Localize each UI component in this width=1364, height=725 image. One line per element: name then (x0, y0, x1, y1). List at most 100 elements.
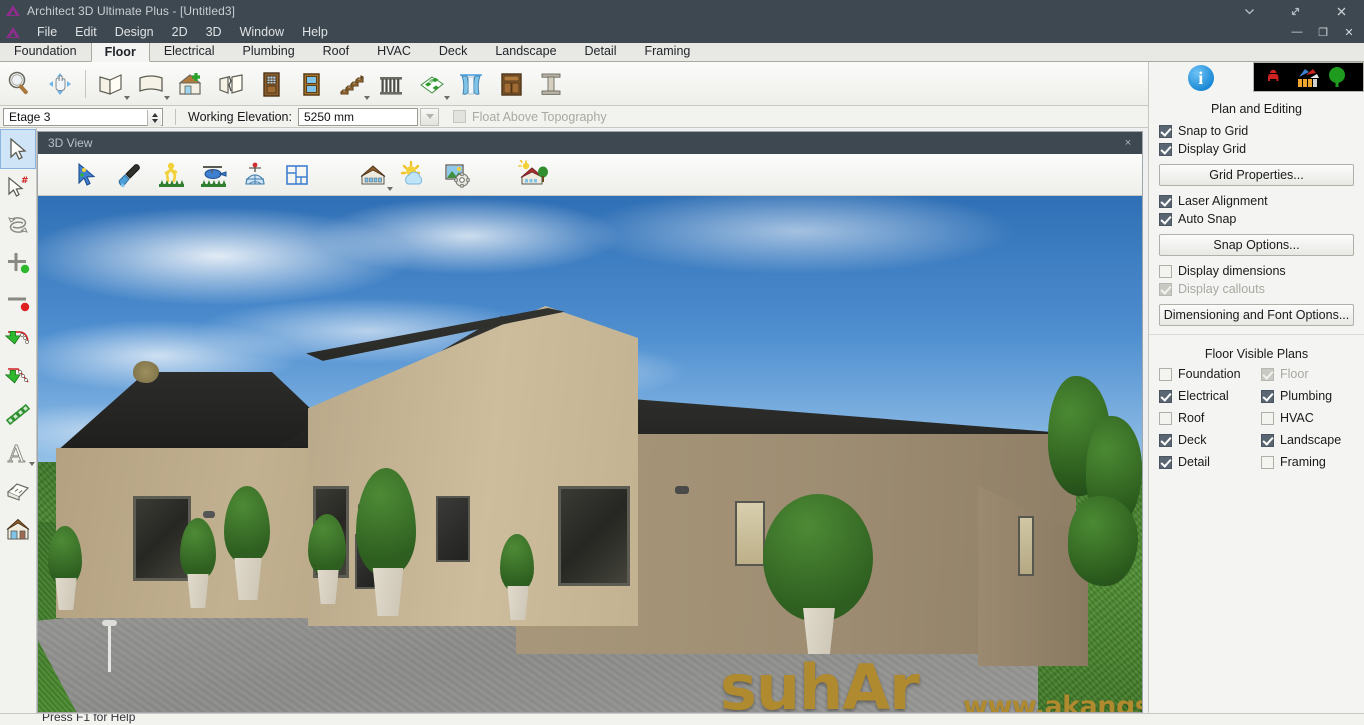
row-snap-to-grid[interactable]: Snap to Grid (1149, 122, 1364, 140)
row-plan-framing[interactable]: Framing (1261, 453, 1363, 471)
tab-deck[interactable]: Deck (425, 42, 481, 61)
tab-plumbing[interactable]: Plumbing (229, 42, 309, 61)
tab-objects-library[interactable] (1252, 62, 1364, 92)
chevron-down-icon[interactable] (364, 95, 370, 100)
align-line-button[interactable] (1, 358, 35, 396)
row-laser-alignment[interactable]: Laser Alignment (1149, 192, 1364, 210)
menu-item-window[interactable]: Window (231, 23, 293, 42)
chevron-down-icon[interactable] (124, 95, 130, 100)
row-plan-electrical[interactable]: Electrical (1159, 387, 1261, 405)
globe-view-button[interactable] (234, 155, 276, 195)
checkbox-display-dimensions[interactable] (1159, 264, 1172, 278)
landscape-render-button[interactable] (512, 155, 554, 195)
checkbox-plan-landscape[interactable] (1261, 433, 1274, 447)
curtain-tool-button[interactable] (451, 64, 491, 104)
select-tool-button[interactable] (0, 129, 36, 169)
close-window-button[interactable] (1318, 0, 1364, 22)
walkthrough-tool-button[interactable] (150, 155, 192, 195)
checkbox-display-grid[interactable] (1159, 142, 1172, 156)
tab-hvac[interactable]: HVAC (363, 42, 425, 61)
checkbox-plan-plumbing[interactable] (1261, 389, 1274, 403)
remove-point-button[interactable] (1, 282, 35, 320)
menu-item-3d[interactable]: 3D (197, 23, 231, 42)
checkbox-plan-roof[interactable] (1159, 411, 1172, 425)
row-plan-roof[interactable]: Roof (1159, 409, 1261, 427)
stairs-tool-button[interactable] (331, 64, 371, 104)
checkbox-float-above-topography[interactable] (453, 110, 466, 123)
floor-selector[interactable]: Etage 3 (3, 107, 163, 126)
checkbox-auto-snap[interactable] (1159, 212, 1172, 226)
menu-item-edit[interactable]: Edit (66, 23, 106, 42)
rotate-tool-button[interactable] (1, 206, 35, 244)
floor-covering-button[interactable] (411, 64, 451, 104)
row-plan-detail[interactable]: Detail (1159, 453, 1261, 471)
house-view-button[interactable] (1, 510, 35, 548)
chevron-down-icon[interactable] (164, 95, 170, 100)
checkbox-plan-hvac[interactable] (1261, 411, 1274, 425)
row-display-grid[interactable]: Display Grid (1149, 140, 1364, 158)
select-multiple-tool-button[interactable]: # (1, 168, 35, 206)
chevron-down-icon[interactable] (29, 462, 35, 466)
minimize-ribbon-button[interactable] (1226, 0, 1272, 22)
tab-foundation[interactable]: Foundation (0, 42, 91, 61)
tab-landscape[interactable]: Landscape (481, 42, 570, 61)
working-elevation-dropdown[interactable] (420, 107, 439, 126)
restore-window-button[interactable] (1272, 0, 1318, 22)
pan-tool-button[interactable] (40, 64, 80, 104)
checkbox-plan-electrical[interactable] (1159, 389, 1172, 403)
add-point-button[interactable] (1, 244, 35, 282)
row-plan-hvac[interactable]: HVAC (1261, 409, 1363, 427)
chevron-down-icon[interactable] (387, 186, 393, 191)
tab-electrical[interactable]: Electrical (150, 42, 229, 61)
float-above-topography-row[interactable]: Float Above Topography (453, 110, 607, 124)
zoom-tool-button[interactable] (0, 64, 40, 104)
menu-item-file[interactable]: File (28, 23, 66, 42)
checkbox-plan-detail[interactable] (1159, 455, 1172, 469)
row-plan-plumbing[interactable]: Plumbing (1261, 387, 1363, 405)
eyedropper-tool-button[interactable] (108, 155, 150, 195)
checkbox-plan-foundation[interactable] (1159, 367, 1172, 381)
tab-detail[interactable]: Detail (571, 42, 631, 61)
3d-view-close-button[interactable]: × (1120, 135, 1136, 151)
document-close-button[interactable]: ✕ (1336, 23, 1362, 41)
menu-item-2d[interactable]: 2D (163, 23, 197, 42)
row-auto-snap[interactable]: Auto Snap (1149, 210, 1364, 228)
chain-tool-button[interactable] (1, 396, 35, 434)
add-room-button[interactable] (171, 64, 211, 104)
row-plan-landscape[interactable]: Landscape (1261, 431, 1363, 449)
tab-floor[interactable]: Floor (90, 43, 150, 62)
3d-select-tool-button[interactable] (66, 155, 108, 195)
sun-weather-button[interactable] (394, 155, 436, 195)
floor-selector-spinner[interactable] (147, 109, 161, 126)
checkbox-plan-framing[interactable] (1261, 455, 1274, 469)
checkbox-plan-deck[interactable] (1159, 433, 1172, 447)
chevron-down-icon[interactable] (444, 95, 450, 100)
text-tool-button[interactable]: A (1, 434, 35, 472)
tab-framing[interactable]: Framing (631, 42, 705, 61)
working-elevation-input[interactable]: 5250 mm (298, 107, 418, 126)
flyover-tool-button[interactable] (192, 155, 234, 195)
wall-tool-button[interactable] (91, 64, 131, 104)
furniture-tool-button[interactable] (491, 64, 531, 104)
door-tool-button[interactable] (251, 64, 291, 104)
checkbox-laser-alignment[interactable] (1159, 194, 1172, 208)
tab-info-properties[interactable]: i (1149, 62, 1253, 94)
curved-wall-tool-button[interactable] (131, 64, 171, 104)
tab-roof[interactable]: Roof (309, 42, 363, 61)
dimensioning-and-font-options-button[interactable]: Dimensioning and Font Options... (1159, 304, 1354, 326)
house-render-button[interactable] (352, 155, 394, 195)
window-tool-button[interactable] (291, 64, 331, 104)
document-restore-button[interactable]: ❐ (1310, 23, 1336, 41)
column-tool-button[interactable] (531, 64, 571, 104)
align-curve-button[interactable] (1, 320, 35, 358)
section-tool-button[interactable] (1, 472, 35, 510)
plan-overlay-button[interactable] (276, 155, 318, 195)
grid-properties-button[interactable]: Grid Properties... (1159, 164, 1354, 186)
document-minimize-button[interactable]: — (1284, 23, 1310, 41)
snap-options-button[interactable]: Snap Options... (1159, 234, 1354, 256)
split-wall-button[interactable] (211, 64, 251, 104)
row-plan-deck[interactable]: Deck (1159, 431, 1261, 449)
3d-scene-render[interactable]: suhAr www.akangsuhar.com FREE DOWNLAOD S… (38, 196, 1142, 712)
row-plan-foundation[interactable]: Foundation (1159, 365, 1261, 383)
menu-item-design[interactable]: Design (106, 23, 163, 42)
